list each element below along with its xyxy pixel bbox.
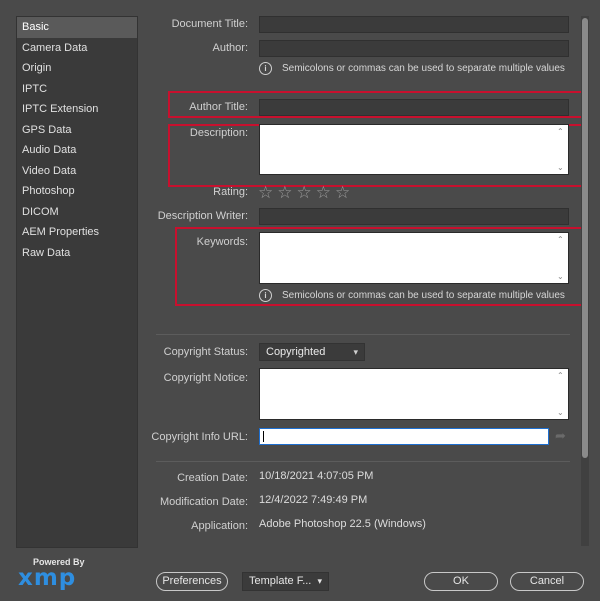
sidebar-item-photoshop[interactable]: Photoshop	[17, 181, 137, 202]
author-title-label: Author Title:	[189, 101, 248, 113]
divider	[156, 334, 570, 335]
copyright-notice-label: Copyright Notice:	[163, 372, 248, 384]
text-caret	[263, 431, 264, 442]
creation-date-label: Creation Date:	[177, 472, 248, 484]
document-title-label: Document Title:	[171, 18, 248, 30]
star-icon[interactable]: ☆	[316, 183, 335, 202]
document-title-input[interactable]	[259, 16, 569, 33]
copyright-url-label: Copyright Info URL:	[151, 431, 248, 443]
preferences-button[interactable]: Preferences	[156, 572, 228, 591]
sidebar-item-origin[interactable]: Origin	[17, 58, 137, 79]
sidebar-item-iptc-extension[interactable]: IPTC Extension	[17, 99, 137, 120]
author-input[interactable]	[259, 40, 569, 57]
author-hint-text: Semicolons or commas can be used to sepa…	[282, 63, 565, 75]
chevron-down-icon: ▾	[317, 576, 322, 586]
modification-date-value: 12/4/2022 7:49:49 PM	[259, 494, 368, 506]
description-label: Description:	[189, 127, 248, 139]
star-icon[interactable]: ☆	[335, 183, 354, 202]
star-icon[interactable]: ☆	[297, 183, 316, 202]
scroll-thumb[interactable]	[582, 18, 588, 458]
description-textarea[interactable]: ⌃ ⌄	[259, 124, 569, 175]
cancel-button[interactable]: Cancel	[510, 572, 584, 591]
author-hint: i Semicolons or commas can be used to sep…	[259, 62, 565, 75]
sidebar-item-aem-properties[interactable]: AEM Properties	[17, 222, 137, 243]
creation-date-value: 10/18/2021 4:07:05 PM	[259, 470, 374, 482]
keywords-label: Keywords:	[196, 236, 248, 248]
rating-label: Rating:	[213, 186, 248, 198]
sidebar-item-camera-data[interactable]: Camera Data	[17, 38, 137, 59]
keywords-hint: i Semicolons or commas can be used to sep…	[259, 289, 565, 302]
modification-date-label: Modification Date:	[159, 496, 248, 508]
arrow-right-icon[interactable]: ➦	[555, 428, 566, 444]
application-label: Application:	[191, 520, 248, 532]
sidebar-item-dicom[interactable]: DICOM	[17, 202, 137, 223]
star-icon[interactable]: ☆	[277, 183, 296, 202]
category-sidebar: Basic Camera Data Origin IPTC IPTC Exten…	[16, 16, 138, 548]
description-writer-label: Description Writer:	[157, 210, 248, 222]
info-icon: i	[259, 62, 272, 75]
template-folder-label: Template F...	[249, 575, 312, 587]
xmp-logo: xmp	[18, 565, 77, 591]
divider	[156, 461, 570, 462]
copyright-url-input[interactable]	[259, 428, 549, 445]
description-writer-input[interactable]	[259, 208, 569, 225]
sidebar-item-basic[interactable]: Basic	[17, 17, 137, 38]
copyright-status-value: Copyrighted	[266, 346, 326, 358]
keywords-scrollbar[interactable]: ⌃ ⌄	[557, 235, 565, 281]
sidebar-item-audio-data[interactable]: Audio Data	[17, 140, 137, 161]
info-icon: i	[259, 289, 272, 302]
author-label: Author:	[212, 42, 248, 54]
star-icon[interactable]: ☆	[258, 183, 277, 202]
rating-stars[interactable]: ☆☆☆☆☆	[258, 183, 354, 203]
keywords-textarea[interactable]: ⌃ ⌄	[259, 232, 569, 284]
copyright-status-label: Copyright Status:	[163, 346, 248, 358]
copyright-status-select[interactable]: Copyrighted ▾	[259, 343, 365, 361]
application-value: Adobe Photoshop 22.5 (Windows)	[259, 518, 426, 530]
ok-button[interactable]: OK	[424, 572, 498, 591]
copyright-notice-textarea[interactable]: ⌃ ⌄	[259, 368, 569, 420]
description-scrollbar[interactable]: ⌃ ⌄	[557, 127, 565, 172]
chevron-down-icon: ▾	[353, 347, 358, 357]
template-folder-select[interactable]: Template F... ▾	[242, 572, 329, 591]
sidebar-item-gps-data[interactable]: GPS Data	[17, 120, 137, 141]
sidebar-item-raw-data[interactable]: Raw Data	[17, 243, 137, 264]
copyright-notice-scrollbar[interactable]: ⌃ ⌄	[557, 371, 565, 417]
panel-scrollbar[interactable]	[581, 16, 589, 546]
author-title-input[interactable]	[259, 99, 569, 116]
keywords-hint-text: Semicolons or commas can be used to sepa…	[282, 290, 565, 302]
sidebar-item-iptc[interactable]: IPTC	[17, 79, 137, 100]
sidebar-item-video-data[interactable]: Video Data	[17, 161, 137, 182]
